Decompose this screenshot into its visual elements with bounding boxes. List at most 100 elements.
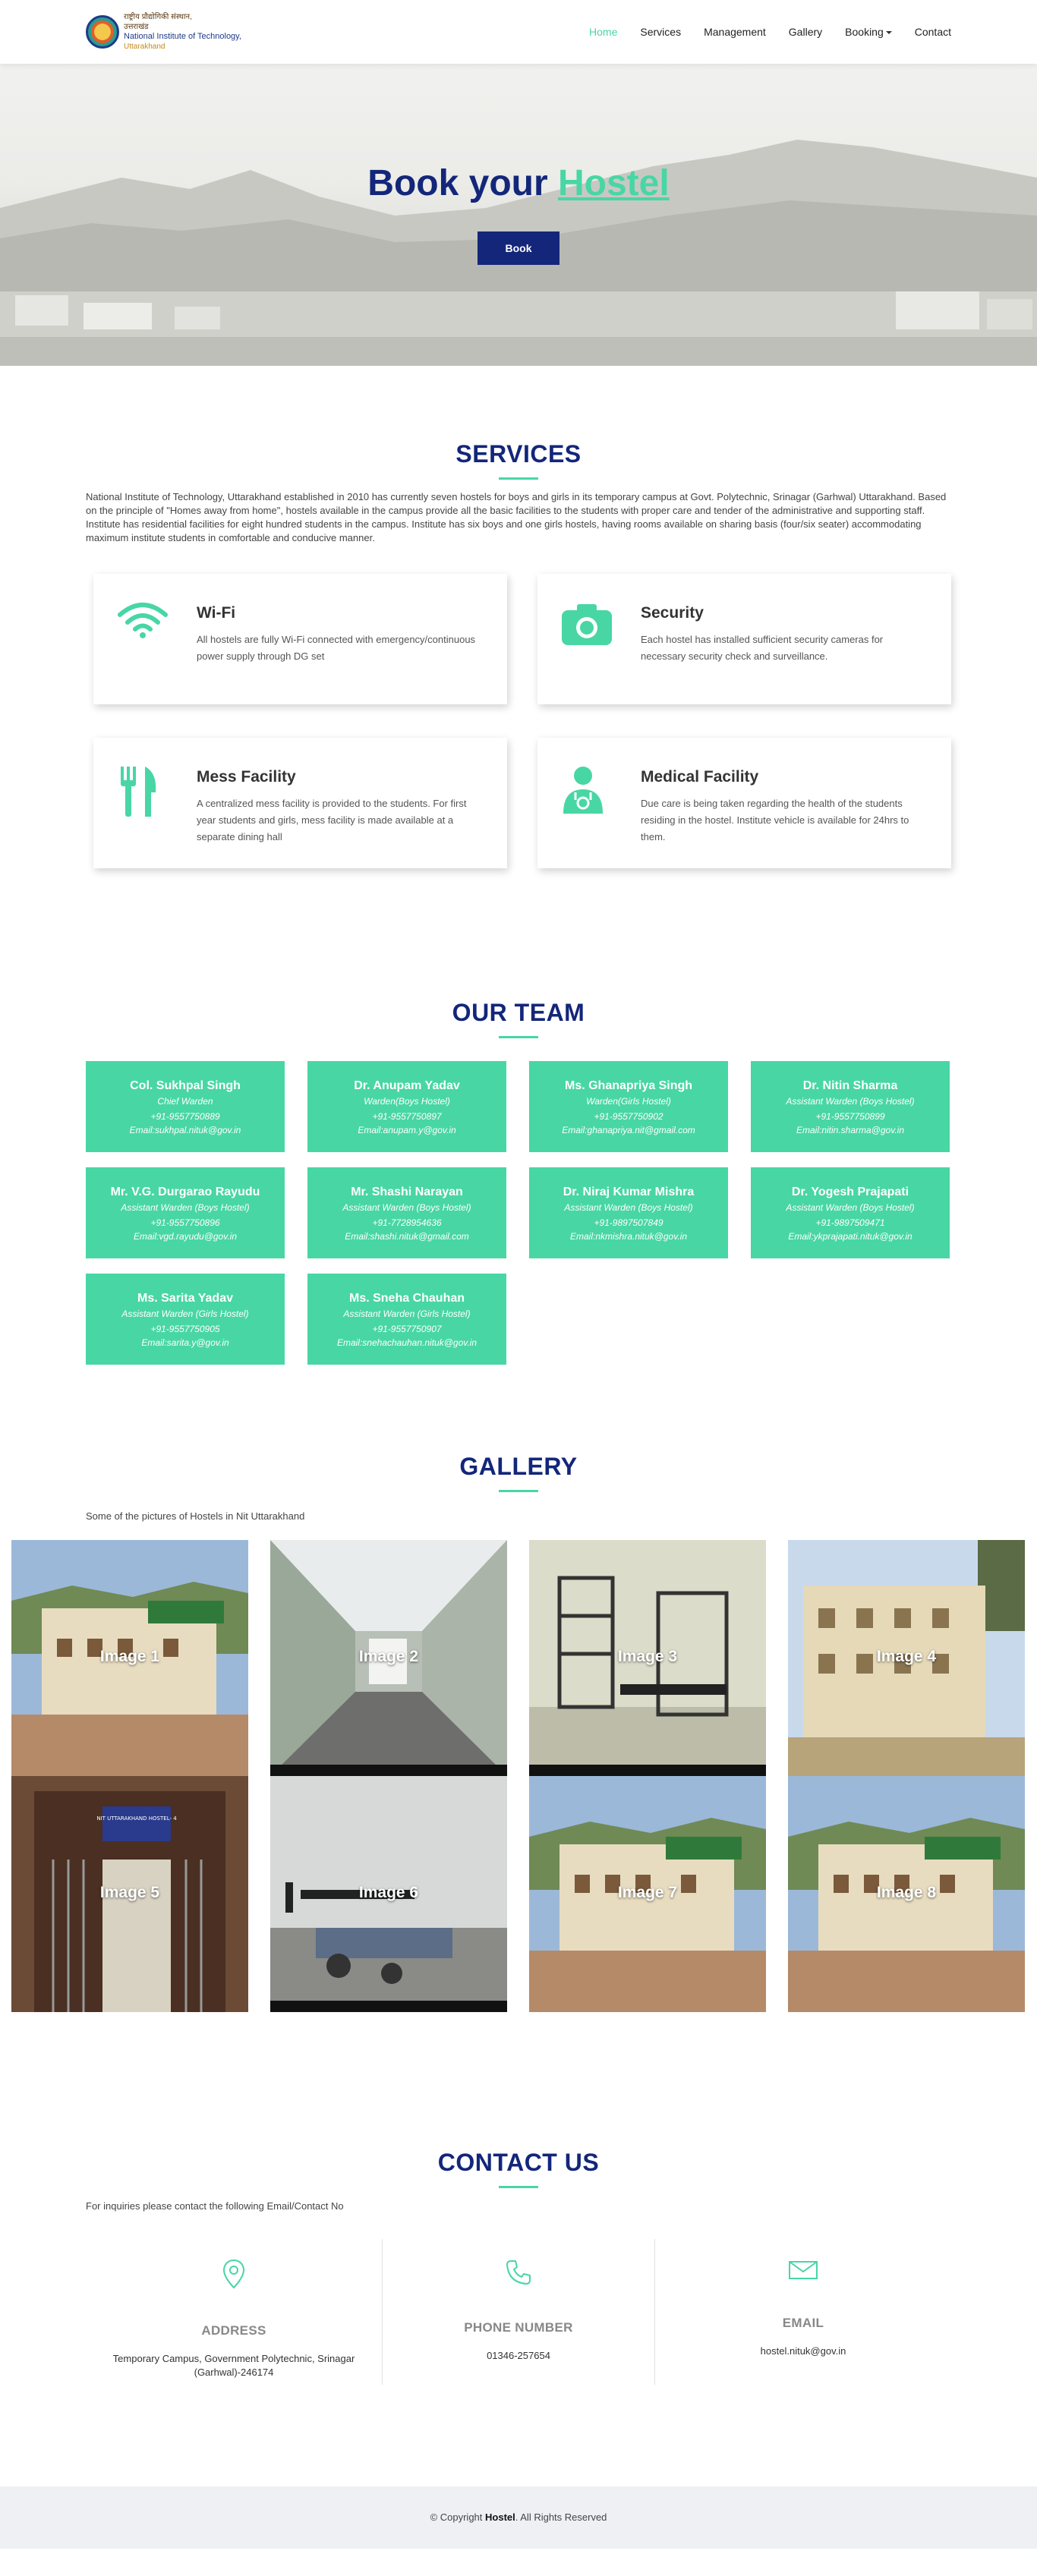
brand-state-line: Uttarakhand <box>124 43 165 51</box>
gallery-item[interactable]: Image 2 <box>270 1540 507 1776</box>
team-name: Ms. Sneha Chauhan <box>348 1292 465 1305</box>
team-role: Warden(Boys Hostel) <box>364 1096 450 1107</box>
contact-section: CONTACT US For inquiries please contact … <box>86 2012 951 2385</box>
wifi-icon <box>116 601 177 704</box>
gallery-item[interactable]: Image 4 <box>788 1540 1025 1776</box>
service-text: Each hostel has installed sufficient sec… <box>641 634 884 662</box>
gallery-item[interactable]: Image 6 <box>270 1776 507 2012</box>
doctor-icon <box>560 765 621 868</box>
team-card: Ms. Sneha Chauhan Assistant Warden (Girls… <box>307 1274 506 1365</box>
brand-hindi-line-2: उत्तराखंड <box>124 23 149 31</box>
gallery-label: Image 2 <box>358 1648 419 1665</box>
address-value: Temporary Campus, Government Polytechnic… <box>112 2353 355 2378</box>
team-card: Col. Sukhpal Singh Chief Warden +91-955775… <box>86 1061 285 1152</box>
team-phone: +91-7728954636 <box>372 1217 442 1228</box>
nav-gallery[interactable]: Gallery <box>789 26 822 38</box>
envelope-icon <box>789 2261 818 2279</box>
team-card: Ms. Ghanapriya Singh Warden(Girls Hostel)… <box>529 1061 728 1152</box>
contact-subtitle: For inquiries please contact the followi… <box>86 2200 344 2212</box>
title-divider <box>499 477 538 480</box>
team-phone: +91-9897507849 <box>594 1217 663 1228</box>
team-role: Assistant Warden (Boys Hostel) <box>342 1202 471 1213</box>
team-phone: +91-9557750907 <box>372 1324 442 1334</box>
nav-booking-dropdown[interactable]: Booking <box>845 26 892 38</box>
gallery-label: Image 8 <box>876 1884 937 1901</box>
team-role: Warden(Girls Hostel) <box>586 1096 671 1107</box>
team-role: Assistant Warden (Boys Hostel) <box>786 1202 915 1213</box>
nav-booking-label: Booking <box>845 26 884 38</box>
gallery-item[interactable]: Image 3 <box>529 1540 766 1776</box>
team-card: Dr. Nitin Sharma Assistant Warden (Boys H… <box>751 1061 950 1152</box>
team-card: Mr. V.G. Durgarao Rayudu Assistant Warden… <box>86 1167 285 1258</box>
site-logo[interactable]: राष्ट्रीय प्रौद्योगिकी संस्थान, उत्तराखं… <box>86 12 241 52</box>
hostel-sign-text: NIT UTTARAKHAND HOSTEL- 4 <box>96 1815 177 1822</box>
team-card: Mr. Shashi Narayan Assistant Warden (Boys… <box>307 1167 506 1258</box>
services-section: SERVICES National Institute of Technolog… <box>86 366 951 868</box>
caret-down-icon <box>885 31 892 35</box>
team-role: Chief Warden <box>157 1096 213 1107</box>
service-text: A centralized mess facility is provided … <box>197 798 467 842</box>
team-card: Dr. Anupam Yadav Warden(Boys Hostel) +91-9… <box>307 1061 506 1152</box>
hero-title-prefix: Book your <box>367 163 558 203</box>
team-name: Ms. Sarita Yadav <box>137 1292 233 1305</box>
team-name: Col. Sukhpal Singh <box>130 1079 241 1092</box>
gallery-subtitle: Some of the pictures of Hostels in Nit U… <box>86 1510 305 1522</box>
contact-email: EMAIL hostel.nituk@gov.in <box>655 2239 951 2385</box>
navbar: राष्ट्रीय प्रौद्योगिकी संस्थान, उत्तराखं… <box>0 0 1037 64</box>
team-email: Email:nkmishra.nituk@gov.in <box>569 1231 687 1242</box>
team-phone: +91-9897509471 <box>815 1217 885 1228</box>
nav-home[interactable]: Home <box>589 26 617 38</box>
map-pin-icon <box>222 2259 245 2289</box>
team-name: Dr. Niraj Kumar Mishra <box>563 1186 695 1198</box>
service-card-mess: Mess Facility A centralized mess facilit… <box>93 738 507 868</box>
email-value[interactable]: hostel.nituk@gov.in <box>655 2345 951 2358</box>
team-name: Dr. Nitin Sharma <box>802 1079 898 1092</box>
nav-contact[interactable]: Contact <box>915 26 951 38</box>
brand-english-line: National Institute of Technology, <box>124 32 241 41</box>
footer-brand: Hostel <box>485 2511 515 2523</box>
team-phone: +91-9557750902 <box>594 1111 663 1122</box>
nit-emblem-icon <box>86 15 119 49</box>
hero-banner: Book your Hostel Book <box>0 64 1037 366</box>
contact-phone: PHONE NUMBER 01346-257654 <box>382 2239 655 2385</box>
gallery-item[interactable]: Image 1 <box>11 1540 248 1776</box>
title-divider <box>499 1036 538 1038</box>
services-intro: National Institute of Technology, Uttara… <box>86 491 947 543</box>
team-name: Dr. Yogesh Prajapati <box>791 1186 909 1198</box>
team-phone: +91-9557750889 <box>150 1111 220 1122</box>
contact-title: CONTACT US <box>437 2149 600 2176</box>
team-phone: +91-9557750896 <box>150 1217 220 1228</box>
gallery-item[interactable]: NIT UTTARAKHAND HOSTEL- 4 Image 5 <box>11 1776 248 2012</box>
gallery-item[interactable]: Image 7 <box>529 1776 766 2012</box>
team-card: Dr. Niraj Kumar Mishra Assistant Warden (… <box>529 1167 728 1258</box>
team-email: Email:ghanapriya.nit@gmail.com <box>562 1125 695 1135</box>
gallery-label: Image 5 <box>99 1884 160 1901</box>
address-label: ADDRESS <box>201 2323 266 2338</box>
hero-title: Book your Hostel <box>0 162 1037 204</box>
gallery-label: Image 7 <box>617 1884 678 1901</box>
email-label: EMAIL <box>782 2316 824 2330</box>
team-email: Email:vgd.rayudu@gov.in <box>133 1231 238 1242</box>
book-button[interactable]: Book <box>478 231 559 265</box>
team-name: Mr. Shashi Narayan <box>351 1186 463 1198</box>
gallery-item[interactable]: Image 8 <box>788 1776 1025 2012</box>
team-card: Dr. Yogesh Prajapati Assistant Warden (Bo… <box>751 1167 950 1258</box>
team-name: Mr. V.G. Durgarao Rayudu <box>110 1186 260 1198</box>
title-divider <box>499 1490 538 1492</box>
service-card-medical: Medical Facility Due care is being taken… <box>537 738 951 868</box>
nav-services[interactable]: Services <box>640 26 681 38</box>
gallery-label: Image 4 <box>876 1648 937 1665</box>
team-role: Assistant Warden (Girls Hostel) <box>121 1308 249 1319</box>
team-phone: +91-9557750897 <box>372 1111 442 1122</box>
phone-value[interactable]: 01346-257654 <box>383 2349 654 2363</box>
gallery-label: Image 1 <box>99 1648 160 1665</box>
team-role: Assistant Warden (Boys Hostel) <box>786 1096 915 1107</box>
service-text: Due care is being taken regarding the he… <box>641 798 909 842</box>
team-role: Assistant Warden (Boys Hostel) <box>564 1202 693 1213</box>
service-card-wifi: Wi-Fi All hostels are fully Wi-Fi connec… <box>93 574 507 704</box>
team-card: Ms. Sarita Yadav Assistant Warden (Girls … <box>86 1274 285 1365</box>
service-title: Security <box>641 604 704 622</box>
team-name: Ms. Ghanapriya Singh <box>564 1079 693 1092</box>
nav-management[interactable]: Management <box>704 26 766 38</box>
hero-title-accent: Hostel <box>557 163 670 203</box>
